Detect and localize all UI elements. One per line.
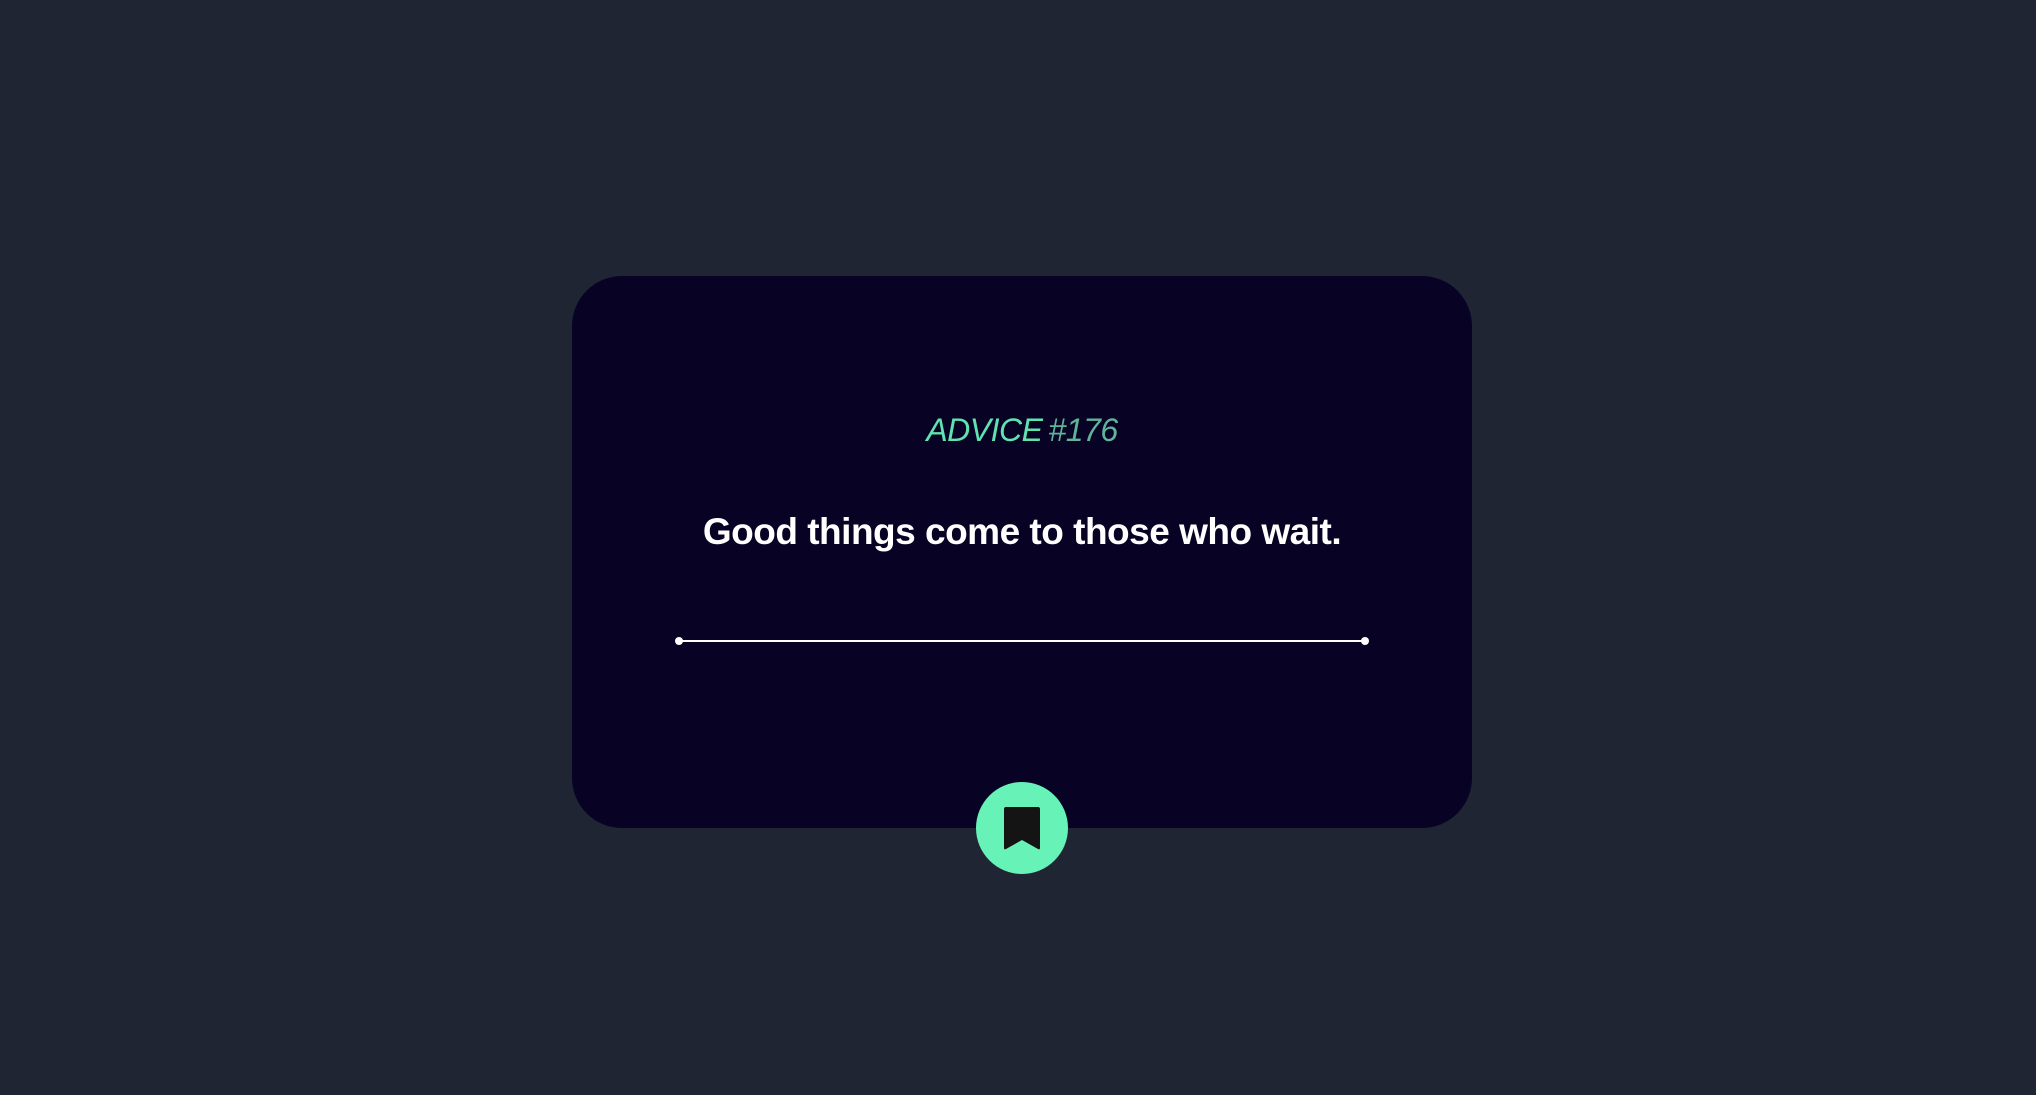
divider-line — [679, 640, 1365, 642]
advice-label: ADVICE — [926, 412, 1043, 448]
advice-heading: ADVICE #176 — [572, 412, 1472, 449]
advice-card: ADVICE #176 Good things come to those who… — [572, 276, 1472, 828]
divider-dot-right — [1361, 637, 1369, 645]
advice-number: #176 — [1048, 412, 1118, 448]
bookmark-icon — [1004, 807, 1040, 850]
divider — [675, 637, 1369, 645]
new-advice-button[interactable] — [976, 782, 1068, 874]
advice-quote: Good things come to those who wait. — [702, 511, 1342, 552]
